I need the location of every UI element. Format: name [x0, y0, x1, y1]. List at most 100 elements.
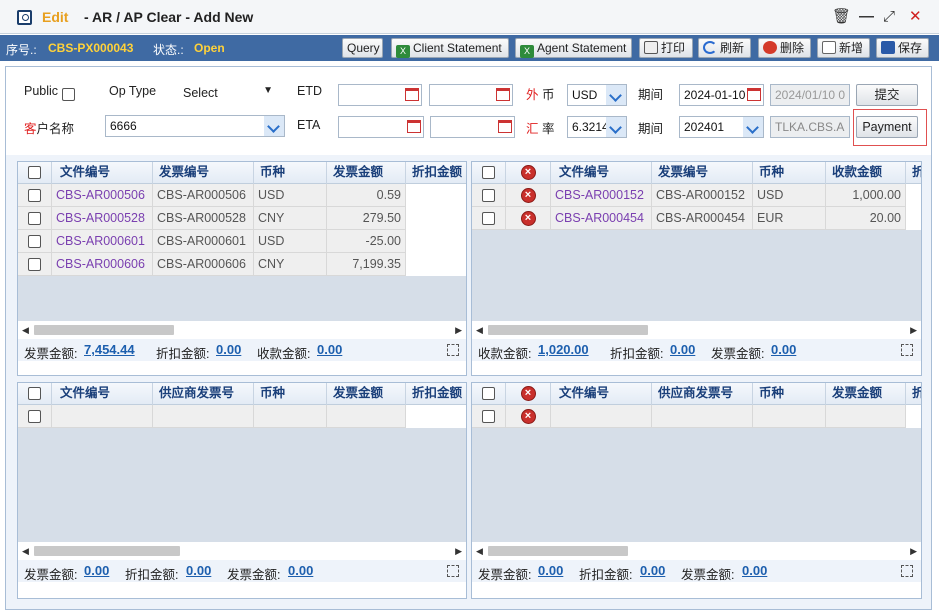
scroll-left-icon[interactable]: ◀: [22, 546, 29, 557]
currency-select[interactable]: USD: [567, 84, 627, 106]
op-type-select[interactable]: Select ▼: [177, 82, 277, 104]
footer-received-total[interactable]: 1,020.00: [538, 342, 589, 357]
minimize-icon[interactable]: —: [859, 9, 874, 25]
fit-columns-icon[interactable]: [447, 344, 459, 356]
chevron-down-icon[interactable]: [743, 117, 763, 137]
calendar-icon[interactable]: [405, 88, 419, 101]
scroll-thumb[interactable]: [488, 546, 628, 556]
cell-discount[interactable]: [906, 184, 921, 207]
row-checkbox[interactable]: [482, 212, 495, 226]
remove-all-cell[interactable]: ×: [506, 162, 551, 184]
table-row[interactable]: CBS-AR000528 CBS-AR000528 CNY 279.50: [18, 207, 466, 230]
submit-button[interactable]: 提交: [856, 84, 918, 106]
footer-paid-total[interactable]: 0.00: [288, 563, 313, 578]
col-invoice-amount[interactable]: 发票金额: [826, 383, 906, 405]
remove-all-icon[interactable]: ×: [520, 386, 536, 402]
col-file-no[interactable]: 文件编号: [551, 162, 652, 184]
footer-invoice-total[interactable]: 7,454.44: [84, 342, 135, 357]
row-checkbox[interactable]: [28, 410, 41, 424]
print-button[interactable]: 打印: [639, 38, 693, 58]
col-file-no[interactable]: 文件编号: [52, 383, 153, 405]
col-currency[interactable]: 币种: [254, 383, 327, 405]
footer-discount-total[interactable]: 0.00: [640, 563, 665, 578]
scroll-right-icon[interactable]: ▶: [910, 546, 917, 557]
period-date-field[interactable]: 2024-01-10: [679, 84, 764, 106]
trash-icon[interactable]: 🗑: [832, 9, 851, 25]
col-currency[interactable]: 币种: [753, 162, 826, 184]
scroll-right-icon[interactable]: ▶: [910, 325, 917, 336]
cell-file-no[interactable]: CBS-AR000601: [52, 230, 153, 253]
col-currency[interactable]: 币种: [254, 162, 327, 184]
chevron-down-icon[interactable]: [264, 116, 284, 136]
horizontal-scrollbar[interactable]: ◀ ▶: [472, 544, 921, 558]
select-all-checkbox-cell[interactable]: [18, 162, 52, 184]
row-checkbox[interactable]: [482, 189, 495, 203]
fit-columns-icon[interactable]: [901, 344, 913, 356]
footer-discount-total[interactable]: 0.00: [216, 342, 241, 357]
calendar-icon[interactable]: [498, 120, 512, 133]
query-button[interactable]: Query: [342, 38, 383, 58]
eta-from-field[interactable]: [338, 116, 424, 138]
row-checkbox-cell[interactable]: [18, 253, 52, 276]
table-row[interactable]: CBS-AR000606 CBS-AR000606 CNY 7,199.35: [18, 253, 466, 276]
col-supplier-invoice-no[interactable]: 供应商发票号: [652, 383, 753, 405]
fit-columns-icon[interactable]: [901, 565, 913, 577]
row-checkbox-cell[interactable]: [472, 405, 506, 428]
public-checkbox[interactable]: [62, 88, 75, 101]
footer-paid-total[interactable]: 0.00: [742, 563, 767, 578]
row-checkbox-cell[interactable]: [18, 184, 52, 207]
col-discount[interactable]: 折: [906, 162, 921, 184]
eta-to-field[interactable]: [430, 116, 515, 138]
col-supplier-invoice-no[interactable]: 供应商发票号: [153, 383, 254, 405]
row-checkbox-cell[interactable]: [18, 207, 52, 230]
col-invoice-no[interactable]: 发票编号: [153, 162, 254, 184]
col-invoice-amount[interactable]: 发票金额: [327, 162, 406, 184]
scroll-right-icon[interactable]: ▶: [455, 546, 462, 557]
footer-invoice-total[interactable]: 0.00: [84, 563, 109, 578]
remove-row-icon[interactable]: ×: [520, 211, 536, 227]
remove-row-cell[interactable]: ×: [506, 207, 551, 230]
table-row[interactable]: CBS-AR000506 CBS-AR000506 USD 0.59: [18, 184, 466, 207]
footer-discount-total[interactable]: 0.00: [186, 563, 211, 578]
remove-row-icon[interactable]: ×: [520, 188, 536, 204]
col-received-amount[interactable]: 收款金额: [826, 162, 906, 184]
chevron-down-icon[interactable]: [606, 85, 626, 105]
scroll-left-icon[interactable]: ◀: [22, 325, 29, 336]
refresh-button[interactable]: 刷新: [698, 38, 751, 58]
select-all-checkbox-cell[interactable]: [472, 383, 506, 405]
cell-discount[interactable]: [406, 184, 466, 207]
delete-button[interactable]: 删除: [758, 38, 811, 58]
cell-discount[interactable]: [406, 230, 466, 253]
table-row[interactable]: × CBS-AR000454 CBS-AR000454 EUR 20.00: [472, 207, 921, 230]
col-discount[interactable]: 折扣金额: [406, 383, 466, 405]
footer-invoice-total[interactable]: 0.00: [771, 342, 796, 357]
row-checkbox-cell[interactable]: [472, 207, 506, 230]
footer-discount-total[interactable]: 0.00: [670, 342, 695, 357]
row-checkbox[interactable]: [482, 410, 495, 424]
remove-row-cell[interactable]: ×: [506, 184, 551, 207]
row-checkbox-cell[interactable]: [472, 184, 506, 207]
cell-file-no[interactable]: CBS-AR000506: [52, 184, 153, 207]
footer-invoice-total[interactable]: 0.00: [538, 563, 563, 578]
calendar-icon[interactable]: [407, 120, 421, 133]
col-file-no[interactable]: 文件编号: [52, 162, 153, 184]
save-button[interactable]: 保存: [876, 38, 929, 58]
select-all-checkbox[interactable]: [28, 387, 41, 401]
period-select[interactable]: 202401: [679, 116, 764, 138]
row-checkbox-cell[interactable]: [18, 230, 52, 253]
select-all-checkbox-cell[interactable]: [18, 383, 52, 405]
scroll-thumb[interactable]: [488, 325, 648, 335]
table-row[interactable]: CBS-AR000601 CBS-AR000601 USD -25.00: [18, 230, 466, 253]
col-currency[interactable]: 币种: [753, 383, 826, 405]
calendar-icon[interactable]: [496, 88, 510, 101]
cell-discount[interactable]: [406, 253, 466, 276]
close-icon[interactable]: ✕: [909, 9, 922, 25]
chevron-down-icon[interactable]: [606, 117, 626, 137]
cell-discount[interactable]: [406, 405, 466, 428]
select-all-checkbox[interactable]: [482, 166, 495, 180]
col-file-no[interactable]: 文件编号: [551, 383, 652, 405]
cell-discount[interactable]: [906, 207, 921, 230]
horizontal-scrollbar[interactable]: ◀ ▶: [18, 544, 466, 558]
client-statement-button[interactable]: X Client Statement: [391, 38, 509, 58]
row-checkbox[interactable]: [28, 212, 41, 226]
